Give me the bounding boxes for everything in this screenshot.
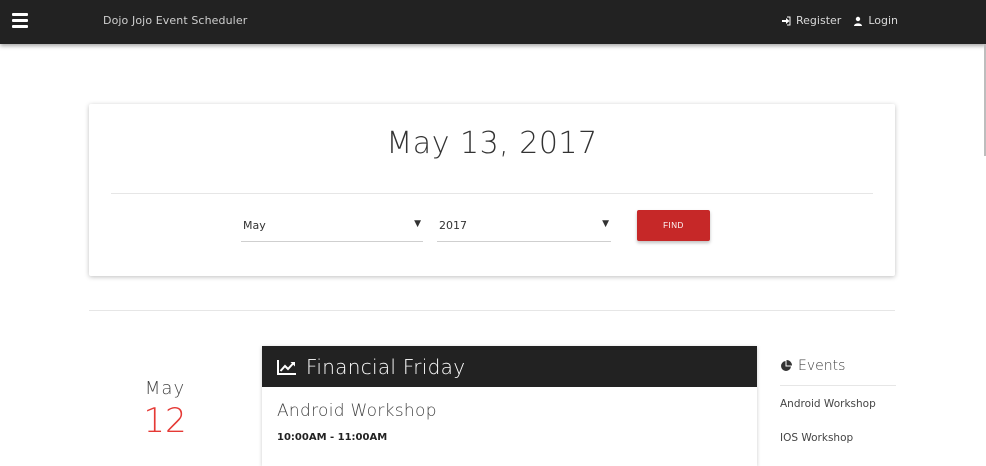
register-link[interactable]: Register bbox=[781, 14, 841, 27]
sidebar-divider bbox=[780, 385, 896, 386]
sidebar-item-ios-workshop[interactable]: IOS Workshop bbox=[780, 432, 896, 444]
brand-title[interactable]: Dojo Jojo Event Scheduler bbox=[103, 14, 247, 27]
login-link[interactable]: Login bbox=[853, 14, 898, 27]
event-date: May 12 bbox=[110, 378, 220, 441]
year-select[interactable]: 2017 ▼ bbox=[437, 212, 611, 242]
caret-down-icon: ▼ bbox=[414, 219, 421, 229]
month-select-value: May bbox=[243, 219, 266, 232]
login-label: Login bbox=[868, 14, 898, 27]
event-category-title: Financial Friday bbox=[306, 354, 466, 379]
sidebar-item-android-workshop[interactable]: Android Workshop bbox=[780, 398, 896, 410]
caret-down-icon: ▼ bbox=[602, 219, 609, 229]
pie-chart-icon bbox=[781, 360, 792, 371]
event-time: 10:00AM - 11:00AM bbox=[277, 432, 388, 443]
find-button[interactable]: FIND bbox=[637, 210, 710, 241]
event-name: Android Workshop bbox=[277, 401, 437, 421]
line-chart-icon bbox=[277, 359, 296, 375]
event-date-month: May bbox=[144, 378, 186, 399]
event-card-header: Financial Friday bbox=[262, 346, 757, 387]
events-sidebar: Events Android Workshop IOS Workshop bbox=[780, 356, 896, 444]
month-select[interactable]: May ▼ bbox=[241, 212, 423, 242]
nav-actions: Register Login bbox=[781, 14, 898, 27]
events-sidebar-title: Events bbox=[798, 358, 846, 374]
event-date-day: 12 bbox=[143, 401, 187, 441]
card-divider bbox=[111, 193, 873, 194]
user-icon bbox=[854, 16, 863, 26]
top-navbar: Dojo Jojo Event Scheduler Register Login bbox=[0, 0, 986, 44]
events-sidebar-header: Events bbox=[780, 356, 896, 376]
year-select-value: 2017 bbox=[439, 219, 467, 232]
register-label: Register bbox=[796, 14, 842, 27]
sign-in-icon bbox=[782, 16, 791, 25]
date-search-card: May 13, 2017 May ▼ 2017 ▼ FIND bbox=[89, 104, 895, 276]
hamburger-menu-icon[interactable] bbox=[12, 13, 28, 28]
event-card[interactable]: Financial Friday Android Workshop 10:00A… bbox=[262, 346, 757, 466]
section-divider bbox=[89, 310, 895, 311]
selected-date-title: May 13, 2017 bbox=[386, 126, 598, 161]
